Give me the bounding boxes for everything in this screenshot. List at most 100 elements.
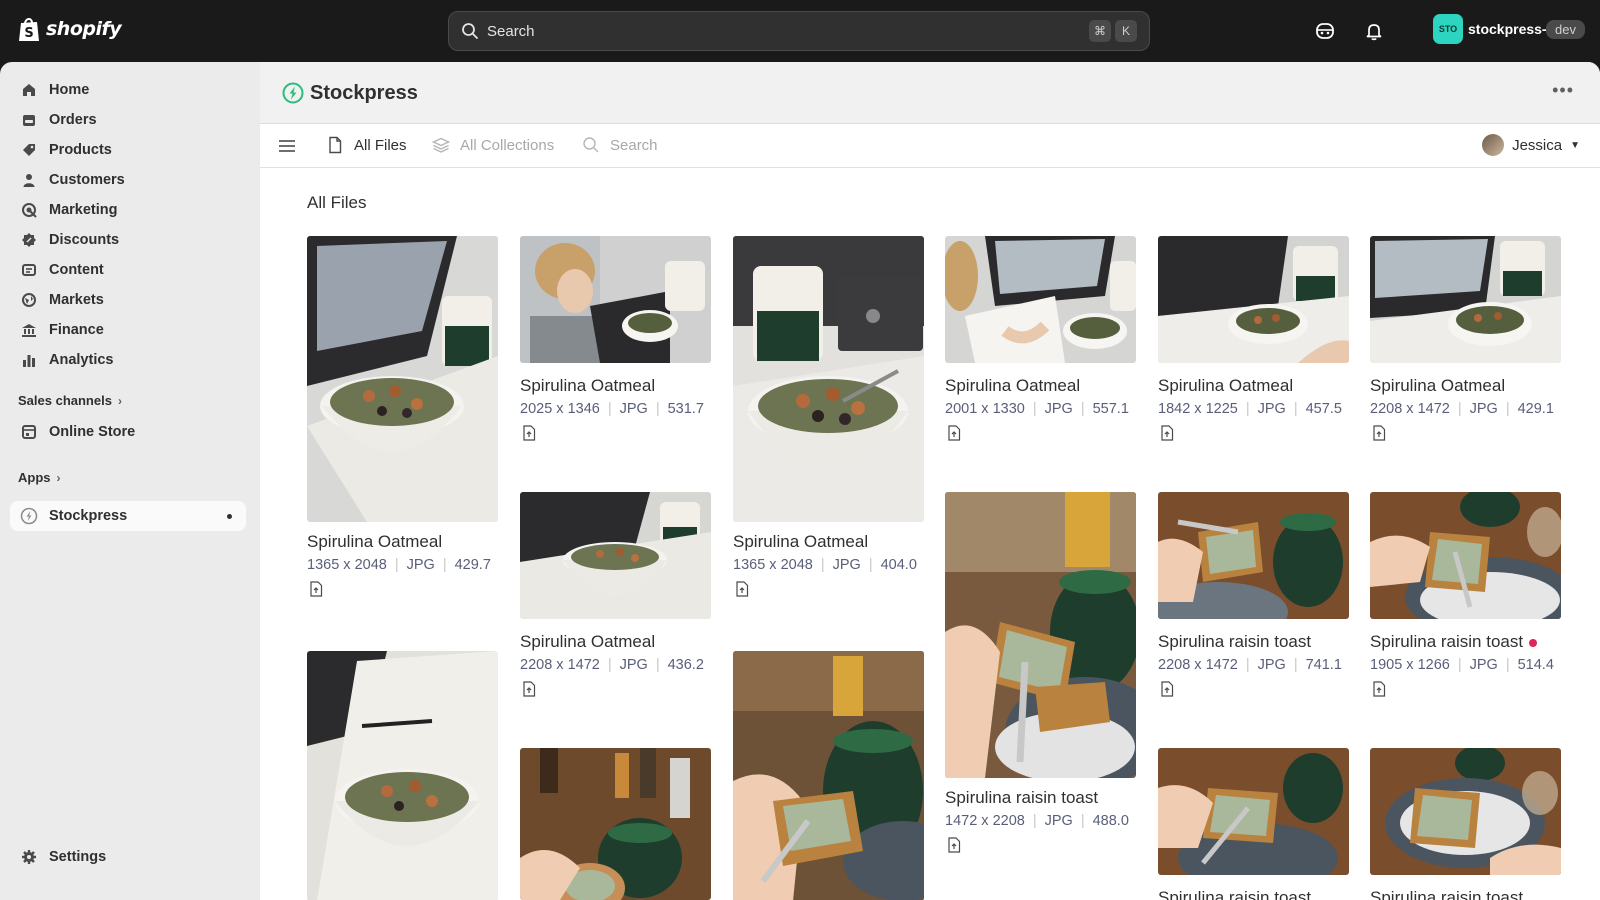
svg-text:S: S: [24, 26, 33, 41]
sidebar-item-label: Analytics: [49, 352, 114, 368]
file-icon[interactable]: [735, 581, 749, 597]
file-title: Spirulina raisin toast: [1158, 632, 1312, 651]
search-icon: [583, 137, 599, 153]
file-icon[interactable]: [947, 837, 961, 853]
store-name[interactable]: stockpress-: [1468, 21, 1547, 37]
sidebar-item-label: Stockpress: [49, 508, 128, 524]
file-card[interactable]: [733, 651, 924, 900]
file-meta: 2208 x 1472 | JPG | 436.2: [520, 657, 704, 673]
layers-icon: [432, 137, 450, 153]
file-card[interactable]: Spirulina Oatmeal 2025 x 1346 | JPG | 531.7: [520, 236, 711, 446]
file-icon[interactable]: [1160, 681, 1174, 697]
file-icon[interactable]: [1372, 681, 1386, 697]
app-title: Stockpress: [310, 82, 418, 104]
file-title: Spirulina raisin toast: [1158, 888, 1312, 900]
file-meta: 2208 x 1472 | JPG | 429.1: [1370, 401, 1554, 417]
file-meta: 1905 x 1266 | JPG | 514.4: [1370, 657, 1554, 673]
file-icon[interactable]: [522, 681, 536, 697]
file-meta: 2001 x 1330 | JPG | 557.1: [945, 401, 1129, 417]
sidebar-item-label: Home: [49, 82, 90, 98]
file-title: Spirulina Oatmeal: [520, 376, 656, 395]
stockpress-logo-icon: [282, 82, 304, 104]
file-card[interactable]: Spirulina raisin toast: [1370, 748, 1561, 900]
apps-heading[interactable]: Apps ›: [18, 470, 61, 485]
file-title: Spirulina raisin toast: [945, 788, 1099, 807]
sidebar-item-discounts[interactable]: Discounts: [10, 225, 246, 255]
file-icon[interactable]: [309, 581, 323, 597]
file-thumbnail: [1158, 236, 1349, 363]
file-card[interactable]: [307, 651, 498, 900]
file-thumbnail: [733, 236, 924, 522]
store-avatar[interactable]: STO: [1433, 14, 1463, 44]
file-title: Spirulina Oatmeal: [1370, 376, 1506, 395]
sidebar-item-analytics[interactable]: Analytics: [10, 345, 246, 375]
tab-label: All Collections: [460, 136, 555, 154]
sidebar-item-label: Online Store: [49, 424, 136, 440]
sidebar-item-markets[interactable]: Markets: [10, 285, 246, 315]
app-toolbar: All Files All Collections Search Jessica…: [260, 124, 1600, 168]
file-title: Spirulina Oatmeal: [307, 532, 443, 551]
file-card[interactable]: [520, 748, 711, 900]
sidebar-item-online-store[interactable]: Online Store: [10, 417, 246, 447]
discount-icon: [20, 231, 38, 249]
app-header: Stockpress •••: [260, 62, 1600, 124]
store-icon: [20, 423, 38, 441]
file-thumbnail: [520, 492, 711, 619]
sidebar-item-orders[interactable]: Orders: [10, 105, 246, 135]
shopify-logo[interactable]: S shopify: [18, 16, 122, 42]
file-title: Spirulina Oatmeal: [520, 632, 656, 651]
user-menu[interactable]: Jessica ▼: [1482, 134, 1580, 156]
tab-all-collections[interactable]: All Collections: [432, 136, 554, 154]
sidebar-item-customers[interactable]: Customers: [10, 165, 246, 195]
sales-channels-heading[interactable]: Sales channels ›: [18, 393, 122, 408]
file-icon[interactable]: [1372, 425, 1386, 441]
file-card[interactable]: Spirulina Oatmeal 2208 x 1472 | JPG | 436.2: [520, 492, 711, 702]
file-icon[interactable]: [1160, 425, 1174, 441]
file-icon[interactable]: [947, 425, 961, 441]
orders-icon: [20, 111, 38, 129]
sidebar-item-products[interactable]: Products: [10, 135, 246, 165]
file-meta: 1365 x 2048 | JPG | 404.0: [733, 557, 917, 573]
globe-icon: [20, 291, 38, 309]
user-name: Jessica: [1512, 136, 1563, 154]
file-card[interactable]: Spirulina Oatmeal 1365 x 2048 | JPG | 429.7: [307, 236, 498, 606]
sidebar-item-content[interactable]: Content: [10, 255, 246, 285]
hamburger-menu-icon[interactable]: [278, 137, 296, 155]
sidebar-item-finance[interactable]: Finance: [10, 315, 246, 345]
file-card[interactable]: Spirulina raisin toast 1472 x 2208 | JPG | 4…: [945, 492, 1136, 862]
toolbar-search[interactable]: Search: [582, 136, 658, 154]
file-card[interactable]: Spirulina raisin toast: [1158, 748, 1349, 900]
file-thumbnail: [1370, 748, 1561, 875]
more-actions-button[interactable]: •••: [1552, 80, 1574, 101]
file-thumbnail: [307, 651, 498, 900]
file-icon[interactable]: [522, 425, 536, 441]
file-card[interactable]: Spirulina Oatmeal 1842 x 1225 | JPG | 457.5: [1158, 236, 1349, 446]
sidekick-icon[interactable]: [1314, 20, 1336, 42]
apps-label: Apps: [18, 470, 51, 485]
sidebar-item-label: Markets: [49, 292, 104, 308]
file-title: Spirulina raisin toast: [1370, 632, 1538, 652]
sidebar-item-label: Marketing: [49, 202, 118, 218]
search-placeholder: Search: [487, 22, 535, 40]
file-card[interactable]: Spirulina Oatmeal 1365 x 2048 | JPG | 404.0: [733, 236, 924, 606]
file-card[interactable]: Spirulina raisin toast 1905 x 1266 | JPG | 5…: [1370, 492, 1561, 702]
file-thumbnail: [307, 236, 498, 522]
target-icon: [20, 201, 38, 219]
bell-icon[interactable]: [1363, 20, 1385, 42]
file-thumbnail: [945, 236, 1136, 363]
sidebar-item-home[interactable]: Home: [10, 75, 246, 105]
tab-label: All Files: [354, 136, 407, 154]
sidebar-item-settings[interactable]: Settings: [10, 842, 246, 872]
file-icon: [329, 136, 342, 154]
file-card[interactable]: Spirulina raisin toast 2208 x 1472 | JPG | 7…: [1158, 492, 1349, 702]
file-thumbnail: [1370, 236, 1561, 363]
unread-indicator: [1529, 638, 1538, 647]
file-card[interactable]: Spirulina Oatmeal 2001 x 1330 | JPG | 557.1: [945, 236, 1136, 446]
file-thumbnail: [520, 748, 711, 900]
tab-all-files[interactable]: All Files: [326, 136, 407, 154]
global-search-input[interactable]: Search ⌘ K: [448, 11, 1150, 51]
sales-channels-label: Sales channels: [18, 393, 112, 408]
sidebar-item-marketing[interactable]: Marketing: [10, 195, 246, 225]
sidebar-item-stockpress[interactable]: Stockpress: [10, 501, 246, 531]
file-card[interactable]: Spirulina Oatmeal 2208 x 1472 | JPG | 429.1: [1370, 236, 1561, 446]
